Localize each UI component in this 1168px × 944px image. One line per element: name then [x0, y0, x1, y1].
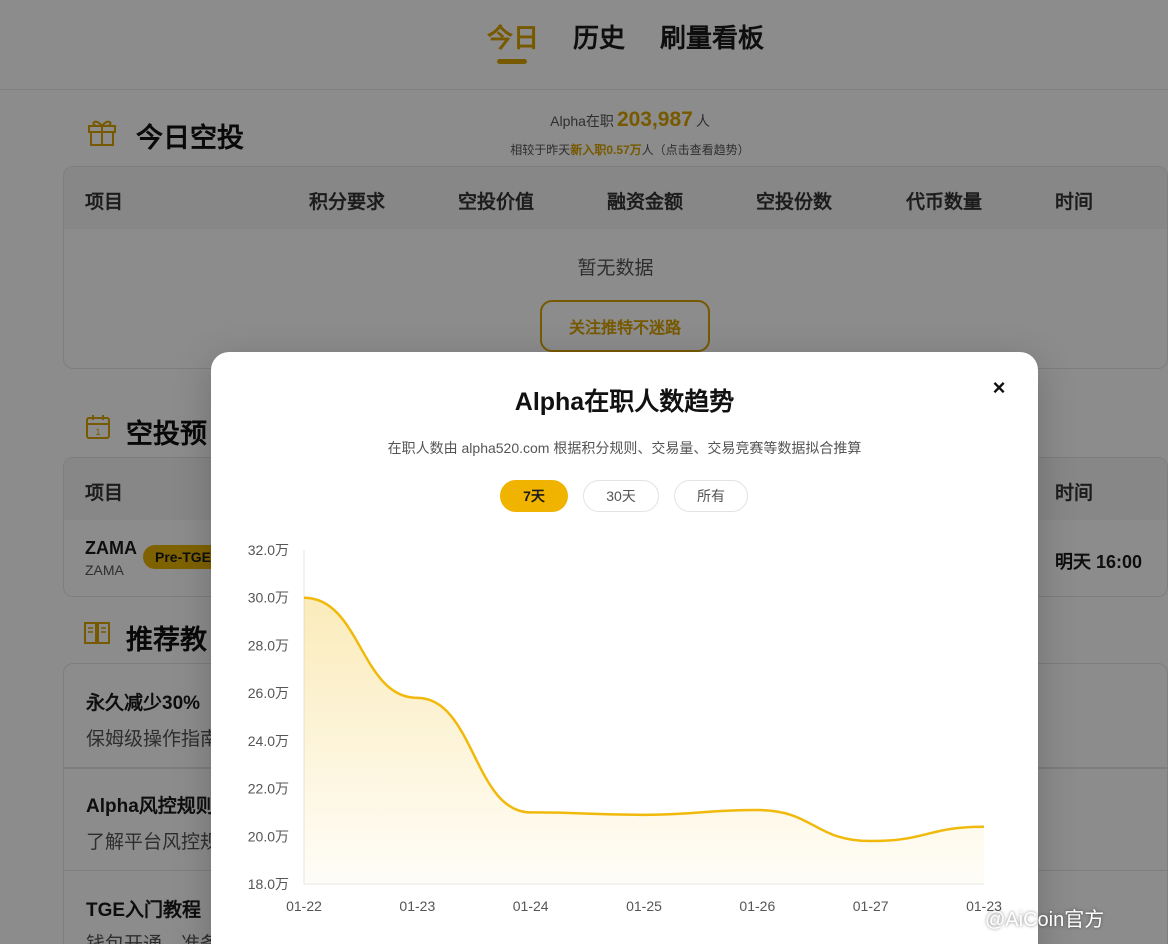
x-tick-label: 01-26 [739, 898, 775, 914]
x-tick-label: 01-25 [626, 898, 662, 914]
modal-title: Alpha在职人数趋势 [514, 388, 735, 416]
y-tick-label: 32.0万 [248, 542, 289, 558]
close-icon[interactable]: × [987, 376, 1011, 400]
x-tick-label: 01-27 [853, 898, 889, 914]
y-tick-label: 22.0万 [248, 781, 289, 797]
range-7d-button[interactable]: 7天 [500, 480, 568, 512]
trend-chart: 32.0万 30.0万 28.0万 26.0万 24.0万 22.0万 20.0万 18.0万… [248, 542, 1002, 914]
y-tick-label: 18.0万 [248, 876, 289, 892]
y-tick-label: 26.0万 [248, 685, 289, 701]
x-tick-label: 01-24 [513, 898, 549, 914]
modal-subtitle: 在职人数由 alpha520.com 根据积分规则、交易量、交易竞赛等数据拟合推… [387, 440, 862, 456]
range-all-button[interactable]: 所有 [674, 480, 748, 512]
y-tick-label: 28.0万 [248, 637, 289, 653]
y-tick-label: 30.0万 [248, 590, 289, 606]
y-tick-label: 20.0万 [248, 828, 289, 844]
watermark: @AiCoin官方 [985, 909, 1105, 931]
range-30d-button[interactable]: 30天 [583, 480, 659, 512]
x-tick-label: 01-22 [286, 898, 322, 914]
y-tick-label: 24.0万 [248, 733, 289, 749]
x-tick-label: 01-23 [399, 898, 435, 914]
trend-modal: Alpha在职人数趋势 × 在职人数由 alpha520.com 根据积分规则、… [211, 352, 1038, 944]
